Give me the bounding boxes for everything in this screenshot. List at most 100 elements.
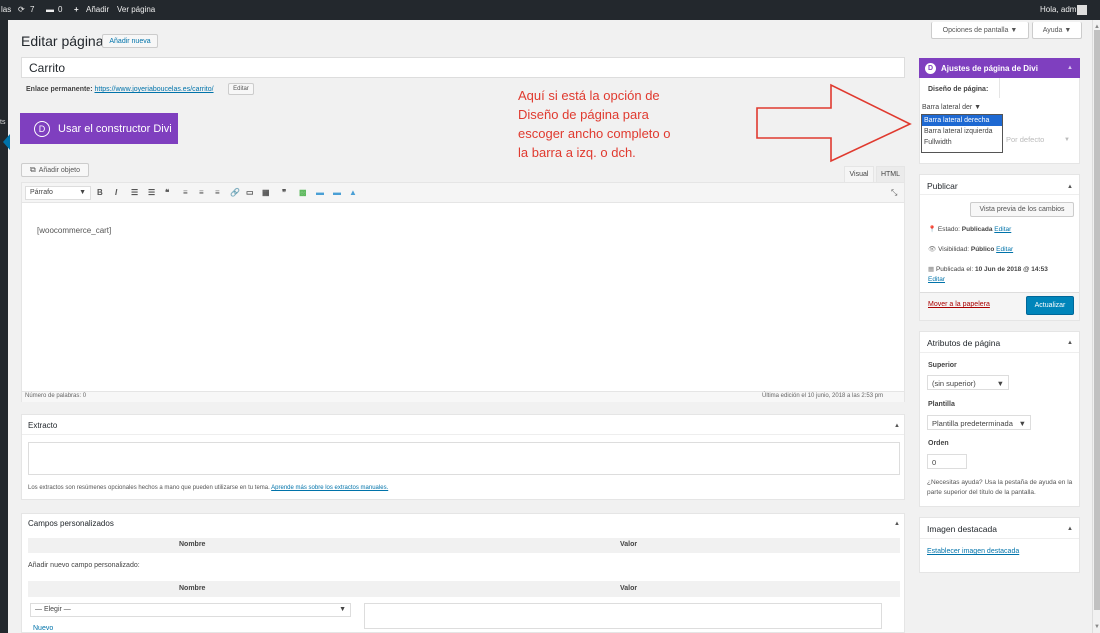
excerpt-textarea[interactable] bbox=[28, 442, 900, 475]
permalink-edit-button[interactable]: Editar bbox=[228, 83, 254, 95]
title-input[interactable]: Carrito bbox=[21, 57, 905, 78]
align-center-icon[interactable]: ≡ bbox=[199, 188, 204, 197]
add-new-menu[interactable]: Añadir bbox=[86, 5, 109, 14]
comments-icon[interactable]: ▬ bbox=[46, 5, 54, 14]
custom-field-value-input[interactable] bbox=[364, 603, 882, 629]
order-input[interactable]: 0 bbox=[927, 454, 967, 469]
shortcode-icon[interactable]: ❞ bbox=[282, 188, 286, 197]
parent-select[interactable]: (sin superior) ▼ bbox=[927, 375, 1009, 390]
lock-icon[interactable]: ▲ bbox=[349, 188, 357, 197]
comments-count[interactable]: 0 bbox=[58, 5, 62, 14]
add-new-button[interactable]: Añadir nueva bbox=[102, 34, 158, 48]
annotation-line: escoger ancho completo o bbox=[518, 126, 671, 141]
trash-link[interactable]: Mover a la papelera bbox=[928, 301, 990, 308]
layout-option-left[interactable]: Barra lateral izquierda bbox=[922, 126, 1002, 137]
box-icon[interactable]: ▬ bbox=[316, 188, 324, 197]
screen-options-button[interactable]: Opciones de pantalla ▼ bbox=[931, 22, 1029, 39]
publish-title[interactable]: Publicar bbox=[927, 181, 958, 191]
collapse-icon[interactable]: ▲ bbox=[1067, 526, 1073, 532]
excerpt-title[interactable]: Extracto bbox=[28, 421, 57, 430]
scroll-down-icon[interactable]: ▼ bbox=[1094, 624, 1100, 630]
custom-fields-title[interactable]: Campos personalizados bbox=[28, 519, 114, 528]
fullscreen-icon[interactable]: ⤡ bbox=[891, 188, 897, 198]
annotation-line: la barra a izq. o dch. bbox=[518, 145, 636, 160]
updates-icon[interactable]: ⟳ bbox=[18, 5, 25, 14]
admin-menu-fragment[interactable]: ts bbox=[0, 119, 5, 126]
new-field-link[interactable]: Nuevo bbox=[33, 625, 53, 632]
permalink-label: Enlace permanente: bbox=[26, 86, 93, 93]
page-title: Editar página bbox=[21, 33, 104, 49]
admin-bar: las ⟳ 7 ▬ 0 + Añadir Ver página Hola, ad… bbox=[0, 0, 1100, 20]
admin-menu-edge: ts bbox=[0, 20, 8, 633]
updates-count[interactable]: 7 bbox=[30, 5, 34, 14]
annotation-arrow-icon bbox=[756, 83, 912, 163]
scrollbar-thumb[interactable] bbox=[1094, 30, 1100, 610]
layout-select[interactable]: Barra lateral der ▼ bbox=[922, 104, 981, 111]
update-button[interactable]: Actualizar bbox=[1026, 296, 1074, 315]
italic-icon[interactable]: I bbox=[115, 188, 117, 197]
editor-container bbox=[21, 182, 905, 402]
custom-field-select[interactable]: — Elegir — ▼ bbox=[30, 603, 351, 617]
divi-builder-button[interactable]: D Usar el constructor Divi bbox=[20, 113, 178, 144]
numbered-list-icon[interactable]: ☰ bbox=[148, 188, 155, 197]
eye-icon: 👁 bbox=[928, 246, 937, 253]
status-value: Publicada bbox=[961, 226, 993, 233]
blockquote-icon[interactable]: ❝ bbox=[165, 188, 169, 197]
divi-logo-icon: D bbox=[34, 120, 50, 137]
layout-option-right[interactable]: Barra lateral derecha bbox=[922, 115, 1002, 126]
read-more-icon[interactable]: ▭ bbox=[246, 188, 254, 197]
editor-content[interactable]: [woocommerce_cart] bbox=[37, 226, 111, 235]
help-button[interactable]: Ayuda ▼ bbox=[1032, 22, 1082, 39]
collapse-icon[interactable]: ▲ bbox=[894, 521, 900, 527]
permalink-url[interactable]: https://www.joyeriaboucelas.es/carrito/ bbox=[94, 86, 213, 93]
excerpt-help-link[interactable]: Aprende más sobre los extractos manuales… bbox=[271, 485, 388, 491]
format-select-value: Párrafo bbox=[30, 189, 53, 196]
caret-down-icon: ▼ bbox=[339, 606, 346, 613]
divider bbox=[920, 352, 1079, 353]
col-value-2: Valor bbox=[620, 585, 638, 592]
template-label: Plantilla bbox=[928, 401, 955, 408]
align-left-icon[interactable]: ≡ bbox=[183, 188, 188, 197]
collapse-icon[interactable]: ▲ bbox=[1067, 184, 1073, 190]
page-attributes-title[interactable]: Atributos de página bbox=[927, 338, 1000, 348]
bold-icon[interactable]: B bbox=[97, 188, 103, 197]
status-edit-link[interactable]: Editar bbox=[994, 226, 1011, 233]
layout-option-fullwidth[interactable]: Fullwidth bbox=[922, 137, 1002, 148]
excerpt-help-text: Los extractos son resúmenes opcionales h… bbox=[28, 485, 270, 491]
add-icon[interactable]: + bbox=[74, 5, 79, 14]
format-select[interactable]: Párrafo ▼ bbox=[25, 186, 91, 200]
tab-visual[interactable]: Visual bbox=[844, 166, 874, 182]
visibility-edit-link[interactable]: Editar bbox=[996, 246, 1013, 253]
preview-changes-button[interactable]: Vista previa de los cambios bbox=[970, 202, 1074, 217]
caret-down-icon: ▼ bbox=[1018, 419, 1026, 428]
add-media-button[interactable]: ⧉ Añadir objeto bbox=[21, 163, 89, 177]
col-value: Valor bbox=[620, 541, 638, 548]
collapse-icon[interactable]: ▲ bbox=[894, 423, 900, 429]
admin-bar-site-fragment[interactable]: las bbox=[1, 5, 11, 14]
divi-settings-header[interactable]: D Ajustes de página de Divi bbox=[919, 58, 1080, 78]
caret-down-icon: ▼ bbox=[996, 379, 1004, 388]
link-icon[interactable]: 🔗 bbox=[230, 188, 240, 197]
layout-tab[interactable]: Diseño de página: bbox=[920, 78, 1000, 98]
view-page-link[interactable]: Ver página bbox=[117, 5, 155, 14]
col-name: Nombre bbox=[179, 541, 206, 548]
current-menu-arrow-icon bbox=[3, 134, 10, 150]
tabs-icon[interactable]: ▬ bbox=[333, 188, 341, 197]
set-featured-image-link[interactable]: Establecer imagen destacada bbox=[927, 548, 1019, 555]
collapse-icon[interactable]: ▲ bbox=[1067, 340, 1073, 346]
published-edit-link[interactable]: Editar bbox=[928, 276, 945, 283]
template-select[interactable]: Plantilla predeterminada ▼ bbox=[927, 415, 1031, 430]
annotation-text: Aquí si está la opción de Diseño de pági… bbox=[518, 86, 738, 162]
toolbar-toggle-icon[interactable]: ▦ bbox=[262, 188, 270, 197]
bullet-list-icon[interactable]: ☰ bbox=[131, 188, 138, 197]
avatar[interactable] bbox=[1077, 5, 1087, 15]
tab-html[interactable]: HTML bbox=[876, 166, 905, 182]
add-custom-field-label: Añadir nuevo campo personalizado: bbox=[28, 562, 140, 569]
collapse-icon[interactable]: ▲ bbox=[1067, 65, 1073, 71]
featured-image-title[interactable]: Imagen destacada bbox=[927, 524, 997, 534]
divi-layout-icon[interactable]: ▩ bbox=[299, 188, 307, 197]
published-row: ▦ Publicada el: 10 Jun de 2018 @ 14:53 E… bbox=[928, 265, 1078, 285]
align-right-icon[interactable]: ≡ bbox=[215, 188, 220, 197]
custom-fields-header-2 bbox=[28, 581, 900, 597]
window-scrollbar[interactable]: ▲ ▼ bbox=[1092, 20, 1100, 633]
